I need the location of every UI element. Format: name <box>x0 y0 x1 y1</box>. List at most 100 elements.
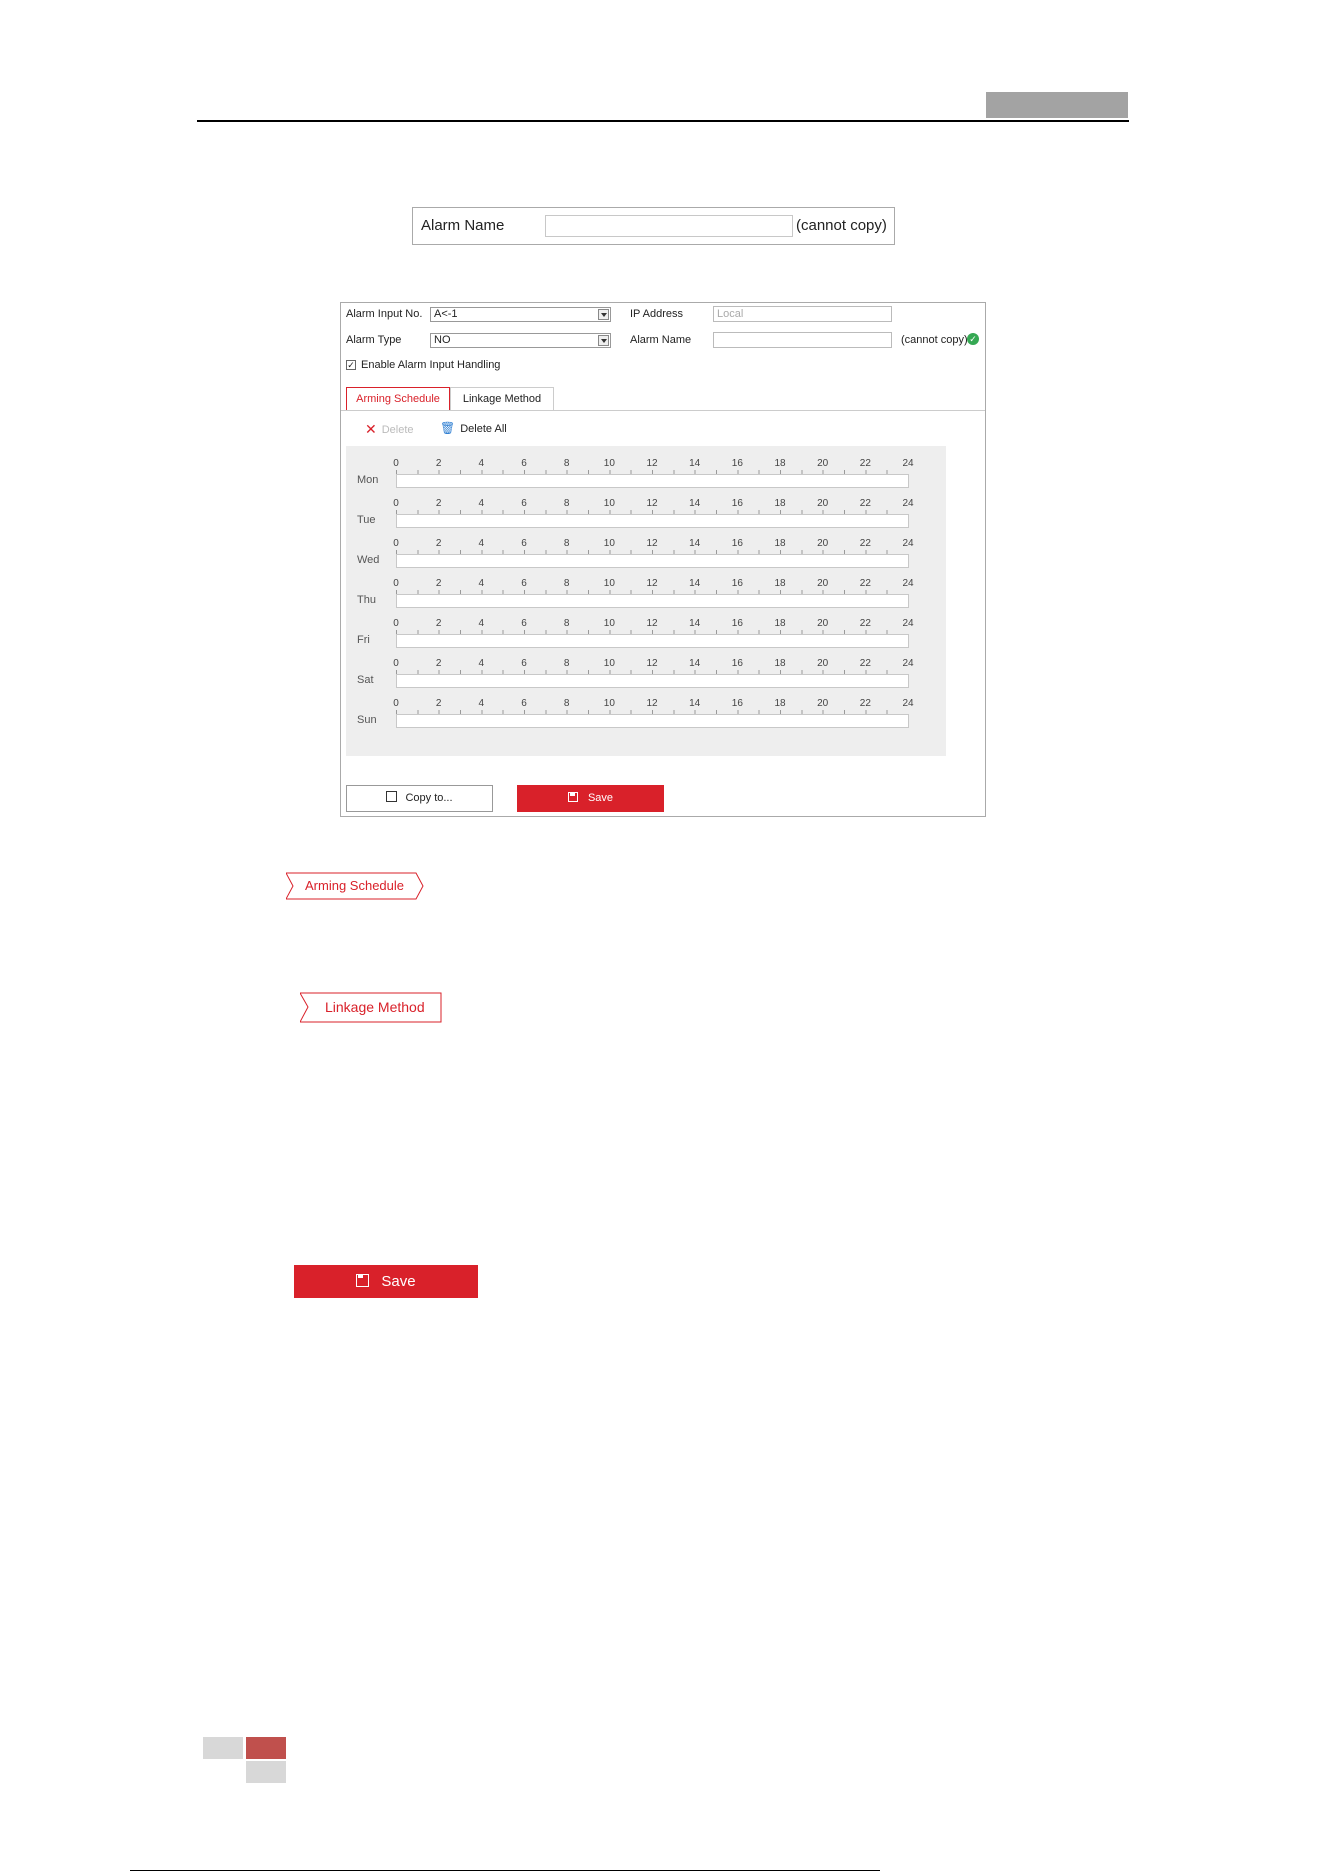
chevron-down-icon[interactable] <box>598 309 609 320</box>
hour-label: 22 <box>859 578 871 589</box>
hour-label: 18 <box>774 538 786 549</box>
hour-label: 18 <box>774 658 786 669</box>
close-icon: ✕ <box>365 421 377 437</box>
copy-to-label: Copy to... <box>405 792 453 804</box>
hour-label: 2 <box>435 618 442 629</box>
hour-label: 22 <box>859 498 871 509</box>
hour-label: 14 <box>689 458 701 469</box>
alarm-input-no-label: Alarm Input No. <box>346 308 423 320</box>
hour-label: 10 <box>603 658 615 669</box>
hour-label: 22 <box>859 698 871 709</box>
schedule-row-fri: 0 2 4 6 8 10 12 14 16 18 20 22 24 Fri <box>346 606 946 648</box>
hour-label: 16 <box>731 578 743 589</box>
enable-alarm-checkbox[interactable]: ✓ <box>346 360 356 370</box>
hour-label: 16 <box>731 538 743 549</box>
hour-scale: 0 2 4 6 8 10 12 14 16 18 20 22 24 <box>393 578 913 590</box>
hour-label: 8 <box>563 658 570 669</box>
schedule-bar-sun[interactable] <box>396 714 909 728</box>
footer-block-red <box>246 1737 286 1759</box>
delete-all-button[interactable]: 🗑 Delete All <box>440 421 507 435</box>
hour-label: 18 <box>774 578 786 589</box>
copy-icon <box>386 791 398 802</box>
ip-address-input[interactable]: Local <box>713 306 892 322</box>
hour-label: 18 <box>774 698 786 709</box>
hour-scale: 0 2 4 6 8 10 12 14 16 18 20 22 24 <box>393 498 913 510</box>
save-icon <box>356 1274 370 1287</box>
alarm-name-label: Alarm Name <box>421 217 505 234</box>
hour-label: 0 <box>393 698 399 709</box>
hour-label: 6 <box>521 458 527 469</box>
cannot-copy-note-small: (cannot copy) <box>901 334 968 346</box>
header-tab-block <box>986 92 1128 118</box>
day-label: Mon <box>357 474 379 486</box>
trash-icon: 🗑 <box>440 421 456 435</box>
hour-label: 22 <box>859 658 871 669</box>
hour-label: 10 <box>603 538 615 549</box>
day-label: Sat <box>357 674 374 686</box>
schedule-row-tue: 0 2 4 6 8 10 12 14 16 18 20 22 24 Tue <box>346 486 946 528</box>
delete-button[interactable]: ✕ Delete <box>365 421 414 438</box>
hour-label: 6 <box>521 658 527 669</box>
hour-label: 10 <box>603 578 615 589</box>
day-label: Wed <box>357 554 380 566</box>
hour-label: 0 <box>393 578 399 589</box>
hour-label: 6 <box>521 578 527 589</box>
save-button-sample-label: Save <box>381 1273 416 1290</box>
save-button-sample[interactable]: Save <box>294 1265 478 1298</box>
day-label: Tue <box>357 514 376 526</box>
hour-label: 20 <box>817 698 829 709</box>
hour-label: 2 <box>435 538 442 549</box>
hour-label: 12 <box>646 498 658 509</box>
hour-label: 2 <box>435 458 442 469</box>
alarm-type-value: NO <box>434 334 451 346</box>
hour-label: 24 <box>902 618 914 629</box>
check-circle-icon: ✓ <box>967 333 979 345</box>
hour-label: 12 <box>646 458 658 469</box>
hour-label: 0 <box>393 618 399 629</box>
hour-label: 2 <box>435 698 442 709</box>
hour-label: 2 <box>435 658 442 669</box>
hour-label: 0 <box>393 658 399 669</box>
hour-scale: 0 2 4 6 8 10 12 14 16 18 20 22 24 <box>393 458 913 470</box>
hour-label: 16 <box>731 618 743 629</box>
footer-rule <box>130 1870 880 1871</box>
hour-label: 16 <box>731 698 743 709</box>
hour-label: 24 <box>902 458 914 469</box>
alarm-type-select[interactable]: NO <box>430 333 611 348</box>
hour-scale: 0 2 4 6 8 10 12 14 16 18 20 22 24 <box>393 658 913 670</box>
hour-label: 12 <box>646 578 658 589</box>
alarm-name-input-small[interactable] <box>713 332 892 348</box>
alarm-name-label-small: Alarm Name <box>630 334 692 346</box>
hour-scale: 0 2 4 6 8 10 12 14 16 18 20 22 24 <box>393 538 913 550</box>
hour-label: 18 <box>774 618 786 629</box>
schedule-grid: 0 2 4 6 8 10 12 14 16 18 20 22 24 Mon 0 2 4 6 8 10 12 14 16 18 2… <box>346 446 946 756</box>
hour-label: 20 <box>817 538 829 549</box>
hour-label: 18 <box>774 498 786 509</box>
hour-label: 14 <box>689 538 701 549</box>
hour-label: 20 <box>817 618 829 629</box>
copy-to-button[interactable]: Copy to... <box>346 785 493 812</box>
hour-label: 24 <box>902 498 914 509</box>
tab-arming-schedule[interactable]: Arming Schedule <box>346 387 450 410</box>
chevron-down-icon[interactable] <box>598 335 609 346</box>
hour-label: 0 <box>393 458 399 469</box>
hour-label: 20 <box>817 498 829 509</box>
alarm-name-field-group: Alarm Name (cannot copy) <box>412 207 895 245</box>
hour-label: 12 <box>646 658 658 669</box>
day-label: Sun <box>357 714 377 726</box>
tab-linkage-method[interactable]: Linkage Method <box>450 387 554 410</box>
hour-label: 6 <box>521 618 527 629</box>
linkage-method-tab-sample[interactable]: Linkage Method <box>299 992 445 1029</box>
arming-schedule-tab-sample[interactable]: Arming Schedule <box>285 872 426 907</box>
alarm-name-input[interactable] <box>545 215 793 237</box>
hour-label: 0 <box>393 538 399 549</box>
hour-label: 16 <box>731 458 743 469</box>
save-label: Save <box>587 792 614 804</box>
save-button[interactable]: Save <box>517 785 664 812</box>
hour-label: 12 <box>646 618 658 629</box>
alarm-input-no-select[interactable]: A<-1 <box>430 307 611 322</box>
delete-label: Delete <box>381 424 414 436</box>
alarm-input-no-value: A<-1 <box>434 308 458 320</box>
hour-label: 8 <box>563 538 570 549</box>
day-label: Thu <box>357 594 376 606</box>
